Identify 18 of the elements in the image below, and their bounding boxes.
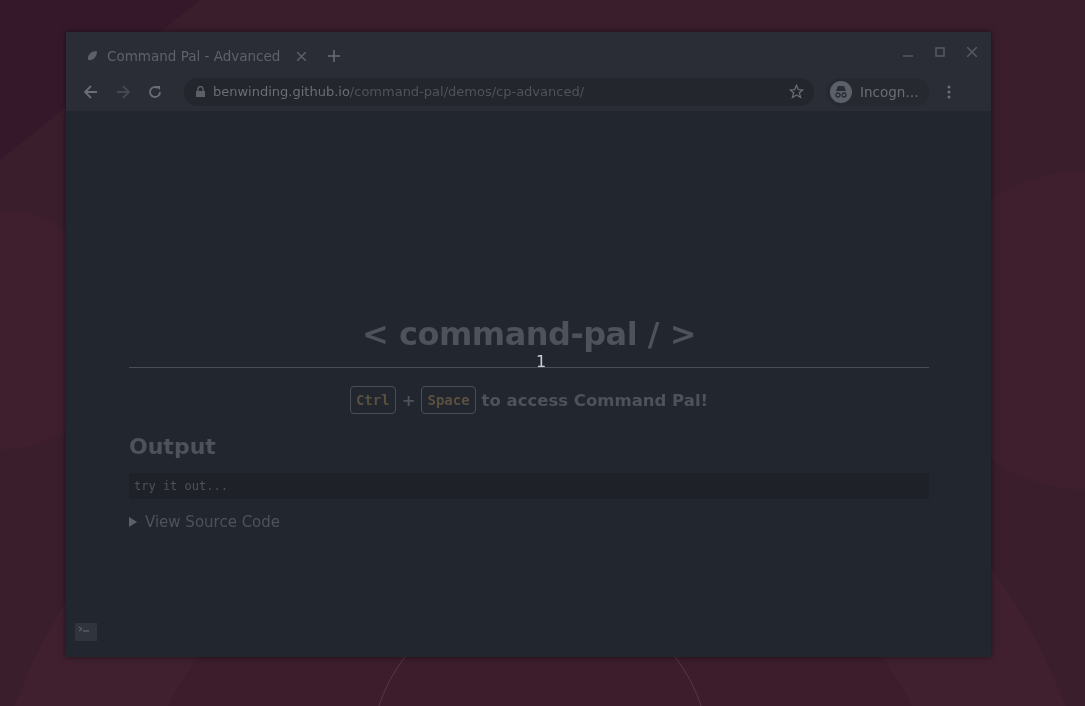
incognito-icon xyxy=(830,80,852,103)
back-icon[interactable] xyxy=(84,84,98,99)
maximize-icon[interactable] xyxy=(935,47,945,57)
key-cap: Space xyxy=(421,386,476,414)
terminal-icon[interactable] xyxy=(75,623,97,641)
lock-icon xyxy=(196,86,205,97)
forward-icon[interactable] xyxy=(116,84,130,99)
overlay-text: 1 xyxy=(536,354,547,370)
profile-button[interactable]: Incogn… xyxy=(826,77,929,106)
close-icon[interactable] xyxy=(967,47,977,57)
close-icon[interactable] xyxy=(297,51,307,61)
key-cap: Ctrl xyxy=(349,386,396,414)
new-tab-icon[interactable] xyxy=(328,50,341,62)
plus-text: + xyxy=(401,390,416,410)
leaf-icon xyxy=(86,50,98,62)
reload-icon[interactable] xyxy=(148,84,162,99)
star-icon[interactable] xyxy=(789,84,804,99)
menu-icon[interactable] xyxy=(946,84,951,99)
